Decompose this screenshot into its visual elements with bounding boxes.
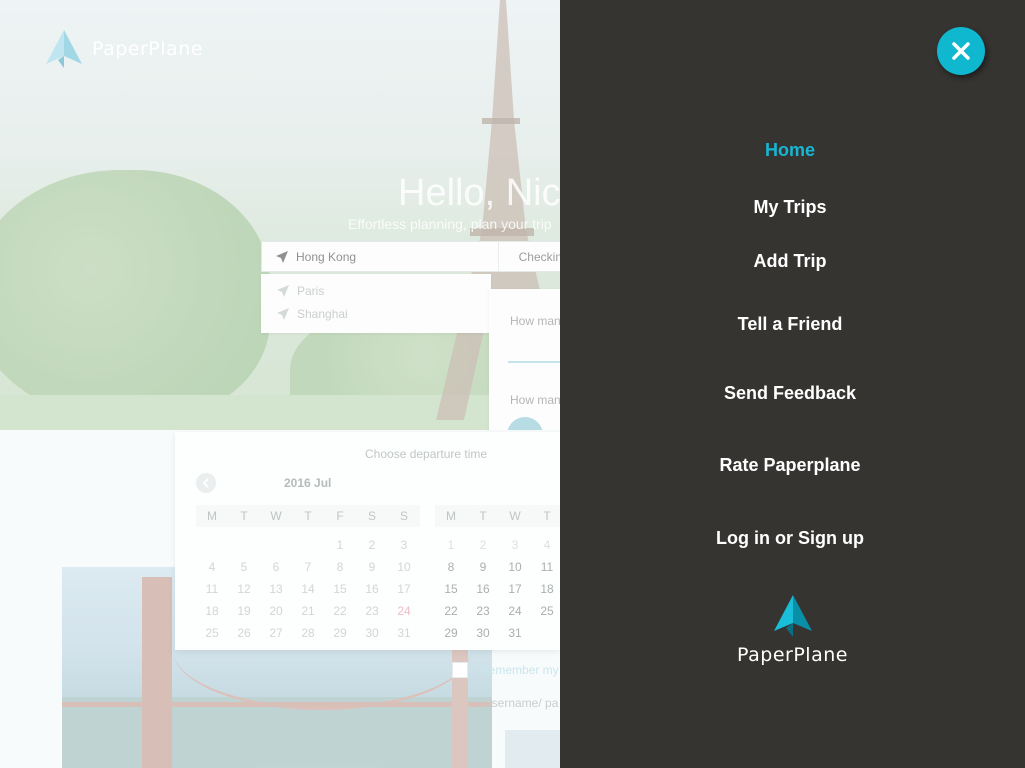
close-icon xyxy=(952,42,970,60)
menu-item-login-signup[interactable]: Log in or Sign up xyxy=(560,528,1020,549)
side-menu: Home My Trips Add Trip Tell a Friend Sen… xyxy=(560,0,1025,768)
background-dim-overlay[interactable] xyxy=(0,0,560,768)
menu-item-rate-paperplane[interactable]: Rate Paperplane xyxy=(560,455,1020,476)
menu-item-add-trip[interactable]: Add Trip xyxy=(560,251,1020,272)
menu-item-tell-a-friend[interactable]: Tell a Friend xyxy=(560,314,1020,335)
paperplane-logo-icon xyxy=(773,595,812,637)
menu-item-home[interactable]: Home xyxy=(560,140,1020,161)
menu-logo: PaperPlane xyxy=(735,595,850,666)
menu-wordmark: PaperPlane xyxy=(737,644,848,666)
close-menu-button[interactable] xyxy=(937,27,985,75)
menu-item-my-trips[interactable]: My Trips xyxy=(560,197,1020,218)
menu-item-send-feedback[interactable]: Send Feedback xyxy=(560,383,1020,404)
background-app: PaperPlane Hello, Nich Effortless planni… xyxy=(0,0,560,768)
